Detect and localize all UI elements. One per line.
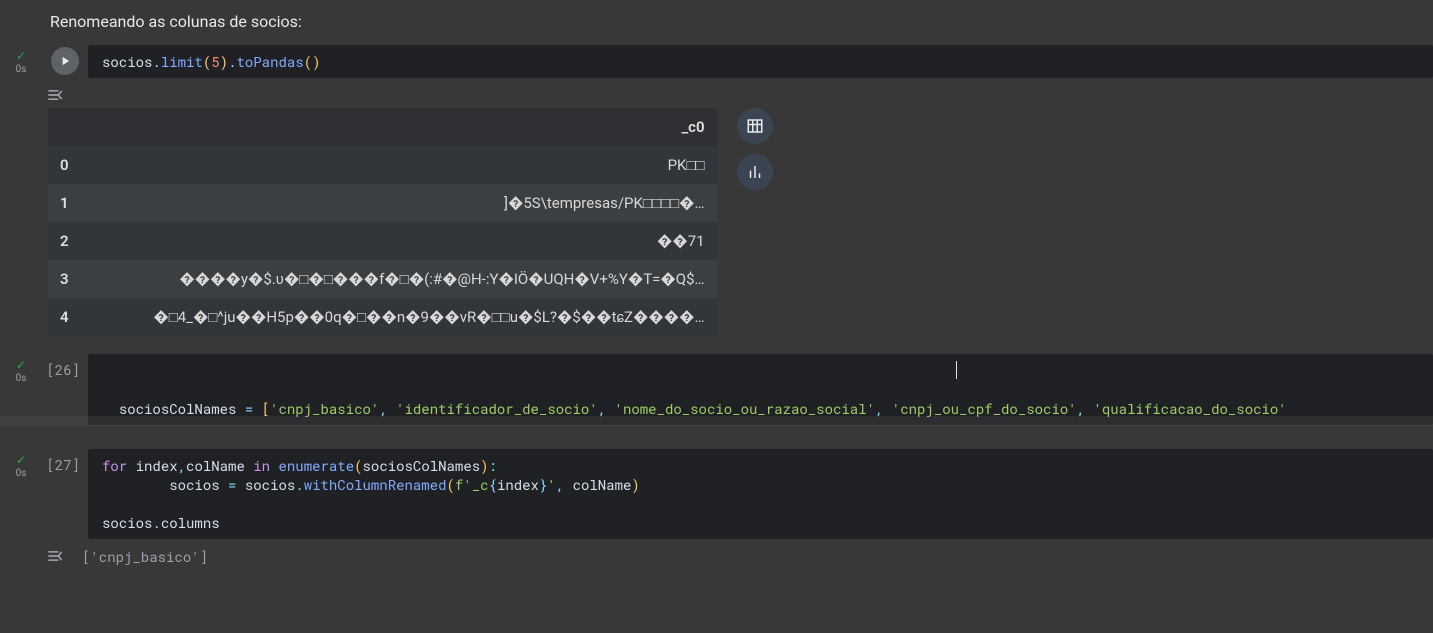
row-index: 0	[48, 146, 97, 184]
code-input[interactable]: socios.limit(5).toPandas()	[88, 45, 1433, 78]
output-gutter	[0, 82, 42, 88]
run-button-wrap	[42, 45, 88, 75]
row-index: 4	[48, 298, 97, 336]
exec-check-icon: ✓	[16, 453, 26, 467]
cell-gutter: ✓ 0s	[0, 449, 42, 479]
cell-value: ����y�$.ʋ�□�□���f�□�(:#�@H-:Y�IÖ�UQH�V+%…	[97, 260, 717, 298]
code-cell-2: ✓ 0s [26] sociosColNames = ['cnpj_basico…	[0, 354, 1433, 425]
index-header	[48, 108, 97, 146]
table-view-button[interactable]	[737, 108, 773, 144]
cell-value: PK□□	[97, 146, 717, 184]
exec-time: 0s	[16, 373, 27, 384]
table-row: 3����y�$.ʋ�□�□���f�□�(:#�@H-:Y�IÖ�UQH�V+…	[48, 260, 717, 298]
text-output: ['cnpj_basico']	[68, 543, 1433, 570]
table-row: 2��71	[48, 222, 717, 260]
row-index: 1	[48, 184, 97, 222]
cell-gutter: ✓ 0s	[0, 45, 42, 75]
table-icon	[746, 117, 764, 135]
exec-time: 0s	[16, 64, 27, 75]
play-icon	[58, 54, 72, 68]
exec-check-icon: ✓	[16, 49, 26, 63]
output-toggle-icon	[45, 546, 65, 566]
exec-check-icon: ✓	[16, 358, 26, 372]
toggle-output-button[interactable]	[42, 82, 68, 108]
table-row: 4�□4_�□^ju��H5p��0q�□��n�9��vR�□□u�$L?�$…	[48, 298, 717, 336]
row-index: 3	[48, 260, 97, 298]
dataframe-table: _c0 0PK□□1]�5S\tempresas/PK□□□□�…2��713�…	[48, 108, 717, 336]
cell-3-output: ['cnpj_basico']	[0, 543, 1433, 570]
table-row: 0PK□□	[48, 146, 717, 184]
text-cursor	[956, 361, 957, 379]
run-button[interactable]	[51, 47, 79, 75]
table-row: 1]�5S\tempresas/PK□□□□�…	[48, 184, 717, 222]
bar-chart-icon	[746, 163, 764, 181]
exec-count: [26]	[42, 354, 88, 379]
toggle-output-button[interactable]	[42, 543, 68, 569]
code-input[interactable]: for index,colName in enumerate(sociosCol…	[88, 449, 1433, 539]
cell-1-output	[0, 82, 1433, 108]
column-header: _c0	[97, 108, 717, 146]
output-view-controls	[737, 108, 773, 190]
exec-time: 0s	[16, 468, 27, 479]
output-gutter	[0, 543, 42, 549]
markdown-heading: Renomeando as colunas de socios:	[0, 0, 1433, 45]
cell-value: ��71	[97, 222, 717, 260]
output-toggle-icon	[45, 85, 65, 105]
exec-count: [27]	[42, 449, 88, 474]
cell-value: �□4_�□^ju��H5p��0q�□��n�9��vR�□□u�$L?�$�…	[97, 298, 717, 336]
dataframe-output: _c0 0PK□□1]�5S\tempresas/PK□□□□�…2��713�…	[48, 108, 1433, 336]
code-cell-1: ✓ 0s socios.limit(5).toPandas()	[0, 45, 1433, 78]
code-cell-3: ✓ 0s [27] for index,colName in enumerate…	[0, 449, 1433, 539]
code-input[interactable]: sociosColNames = ['cnpj_basico', 'identi…	[88, 354, 1433, 425]
cell-value: ]�5S\tempresas/PK□□□□�…	[97, 184, 717, 222]
row-index: 2	[48, 222, 97, 260]
cell-gutter: ✓ 0s	[0, 354, 42, 384]
chart-view-button[interactable]	[737, 154, 773, 190]
